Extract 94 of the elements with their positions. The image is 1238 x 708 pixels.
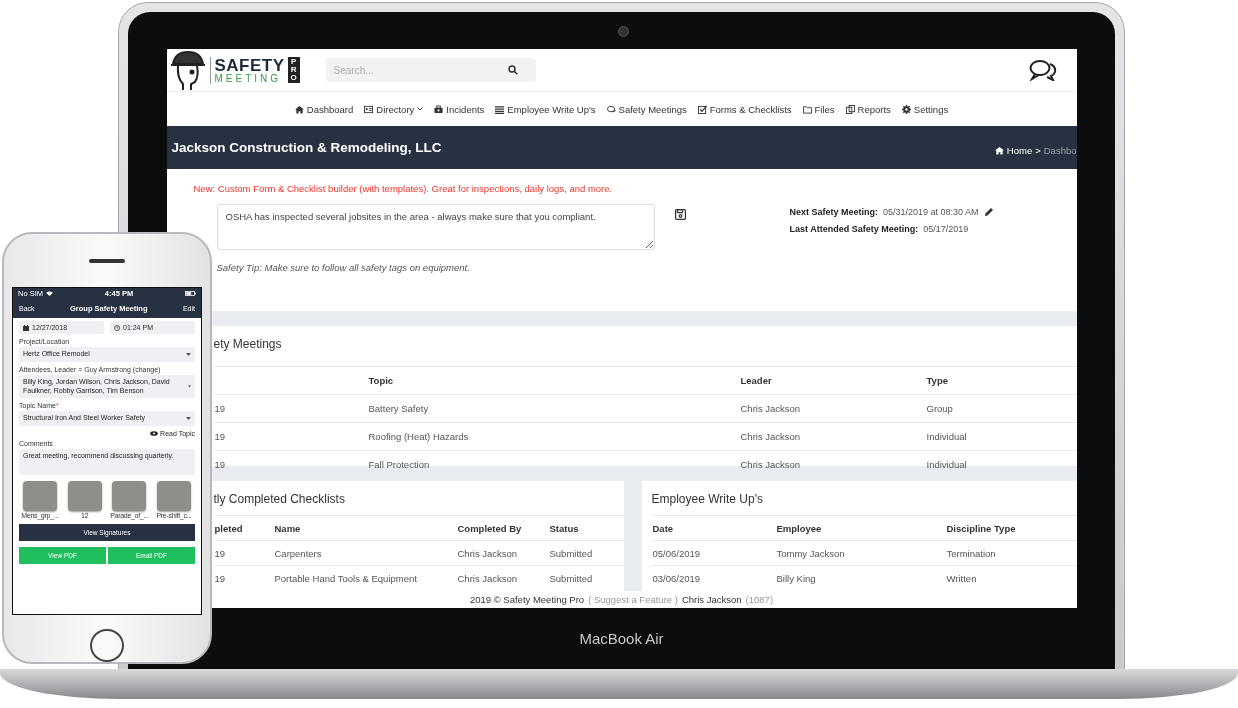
photo-placeholder[interactable] [67, 481, 102, 511]
table-cell: Roofing (Heat) Hazards [367, 422, 740, 451]
photo-placeholder[interactable] [156, 481, 191, 511]
id-card-icon [364, 104, 374, 114]
chat-icon [606, 104, 616, 114]
info-label: Next Safety Meeting: [789, 207, 879, 217]
column-header: Date [651, 515, 776, 541]
caret-icon [417, 107, 424, 111]
column-header: pleted [213, 515, 274, 541]
table-cell: Chris Jackson [739, 450, 926, 478]
hard-hat-worker-icon [168, 50, 207, 90]
table-cell: Portable Hand Tools & Equipment [273, 565, 457, 590]
column-header: Type [925, 366, 1077, 395]
table-cell: Termination [945, 540, 1077, 566]
photo-placeholder[interactable] [112, 481, 147, 511]
table-cell: Group [925, 394, 1077, 423]
card-title: tly Completed Checklists [213, 493, 346, 508]
column-header: Leader [739, 366, 926, 395]
breadcrumb-separator: > [1035, 145, 1041, 156]
gear-icon [901, 104, 911, 114]
checkbox-icon [697, 104, 707, 114]
camera-icon [617, 26, 629, 37]
column-header: Topic [367, 366, 740, 395]
table-cell: 19 [213, 540, 274, 566]
caret-icon [186, 352, 191, 356]
search-icon [507, 65, 518, 75]
home-button[interactable] [90, 628, 124, 662]
table-cell: Carpenters [273, 540, 457, 566]
info-value: 05/31/2019 at 08:30 AM [883, 207, 979, 217]
nav-link[interactable]: Files [802, 103, 835, 115]
table-cell: 05/06/2019 [651, 540, 776, 566]
home-icon [994, 146, 1004, 155]
laptop-label: MacBook Air [579, 630, 664, 647]
caret-icon [188, 385, 191, 388]
briefcase-icon [434, 104, 444, 114]
table-cell: Chris Jackson [456, 565, 549, 590]
logo-subtitle: MEETING [214, 73, 283, 84]
nav-link[interactable]: Incidents [434, 103, 485, 115]
card-title: ety Meetings [213, 338, 283, 353]
nav-link[interactable]: Dashboard [294, 103, 354, 115]
table-cell: 03/06/2019 [651, 565, 776, 590]
breadcrumb-link[interactable]: Home [1006, 145, 1033, 156]
table-cell: 19 [213, 565, 274, 590]
announcement-text: New: Custom Form & Checklist builder (with templates). Great for inspections, daily logs, and more. [193, 183, 614, 194]
column-header: Status [548, 515, 624, 541]
nav-link[interactable]: Forms & Checklists [697, 103, 792, 115]
list-icon [495, 104, 505, 114]
table-cell: 19 [213, 394, 368, 423]
table-cell: Individual [925, 450, 1077, 478]
table-cell: Chris Jackson [456, 540, 549, 566]
nav-link[interactable]: Employee Write Up's [495, 103, 596, 115]
pencil-icon[interactable] [983, 207, 994, 217]
card-title: Employee Write Up's [651, 493, 764, 508]
folder-icon [802, 104, 812, 114]
note-field[interactable]: OSHA has inspected several jobsites in the area - always make sure that you compliant. [216, 204, 655, 250]
table-cell: Chris Jackson [739, 422, 926, 451]
nav-link[interactable]: Directory [364, 103, 424, 115]
nav-link[interactable]: Reports [845, 103, 891, 115]
clock-icon [114, 324, 120, 331]
chat-bubbles-icon[interactable] [1028, 59, 1057, 81]
table-cell: Submitted [548, 540, 624, 566]
speaker-icon [89, 259, 125, 263]
logo-badge: PRO [287, 57, 300, 83]
calendar-icon [23, 324, 29, 331]
column-header: Employee [775, 515, 946, 541]
column-header: Completed By [456, 515, 549, 541]
save-icon[interactable] [674, 209, 686, 220]
table-cell: Tommy Jackson [775, 540, 946, 566]
table-cell: Submitted [548, 565, 624, 590]
eye-icon [150, 431, 159, 436]
safety-tip-text: Safety Tip: Make sure to follow all safety tags on equipment. [216, 262, 471, 273]
nav-link[interactable]: Safety Meetings [606, 103, 687, 115]
documents-icon [845, 104, 855, 114]
table-cell: Battery Safety [367, 394, 740, 423]
column-header: Name [273, 515, 457, 541]
table-cell: Billy King [775, 565, 946, 590]
search-field[interactable]: Search... [325, 58, 536, 82]
table-cell: Written [945, 565, 1077, 590]
logo-title: SAFETY [214, 56, 285, 74]
table-cell: Fall Protection [367, 450, 740, 478]
wifi-icon [46, 291, 53, 296]
info-label: Last Attended Safety Meeting: [789, 224, 919, 234]
home-icon [294, 104, 304, 114]
caret-icon [186, 417, 191, 421]
breadcrumb-current: Dashbo [1043, 145, 1077, 156]
column-header: Discipline Type [945, 515, 1077, 541]
table-cell: 19 [213, 422, 368, 451]
company-title: Jackson Construction & Remodeling, LLC [171, 140, 442, 155]
table-cell: Individual [925, 422, 1077, 451]
table-cell: 19 [213, 450, 368, 478]
nav-link[interactable]: Settings [901, 103, 949, 115]
table-cell: Chris Jackson [739, 394, 926, 423]
battery-icon [185, 291, 196, 296]
info-value: 05/17/2019 [923, 224, 969, 234]
